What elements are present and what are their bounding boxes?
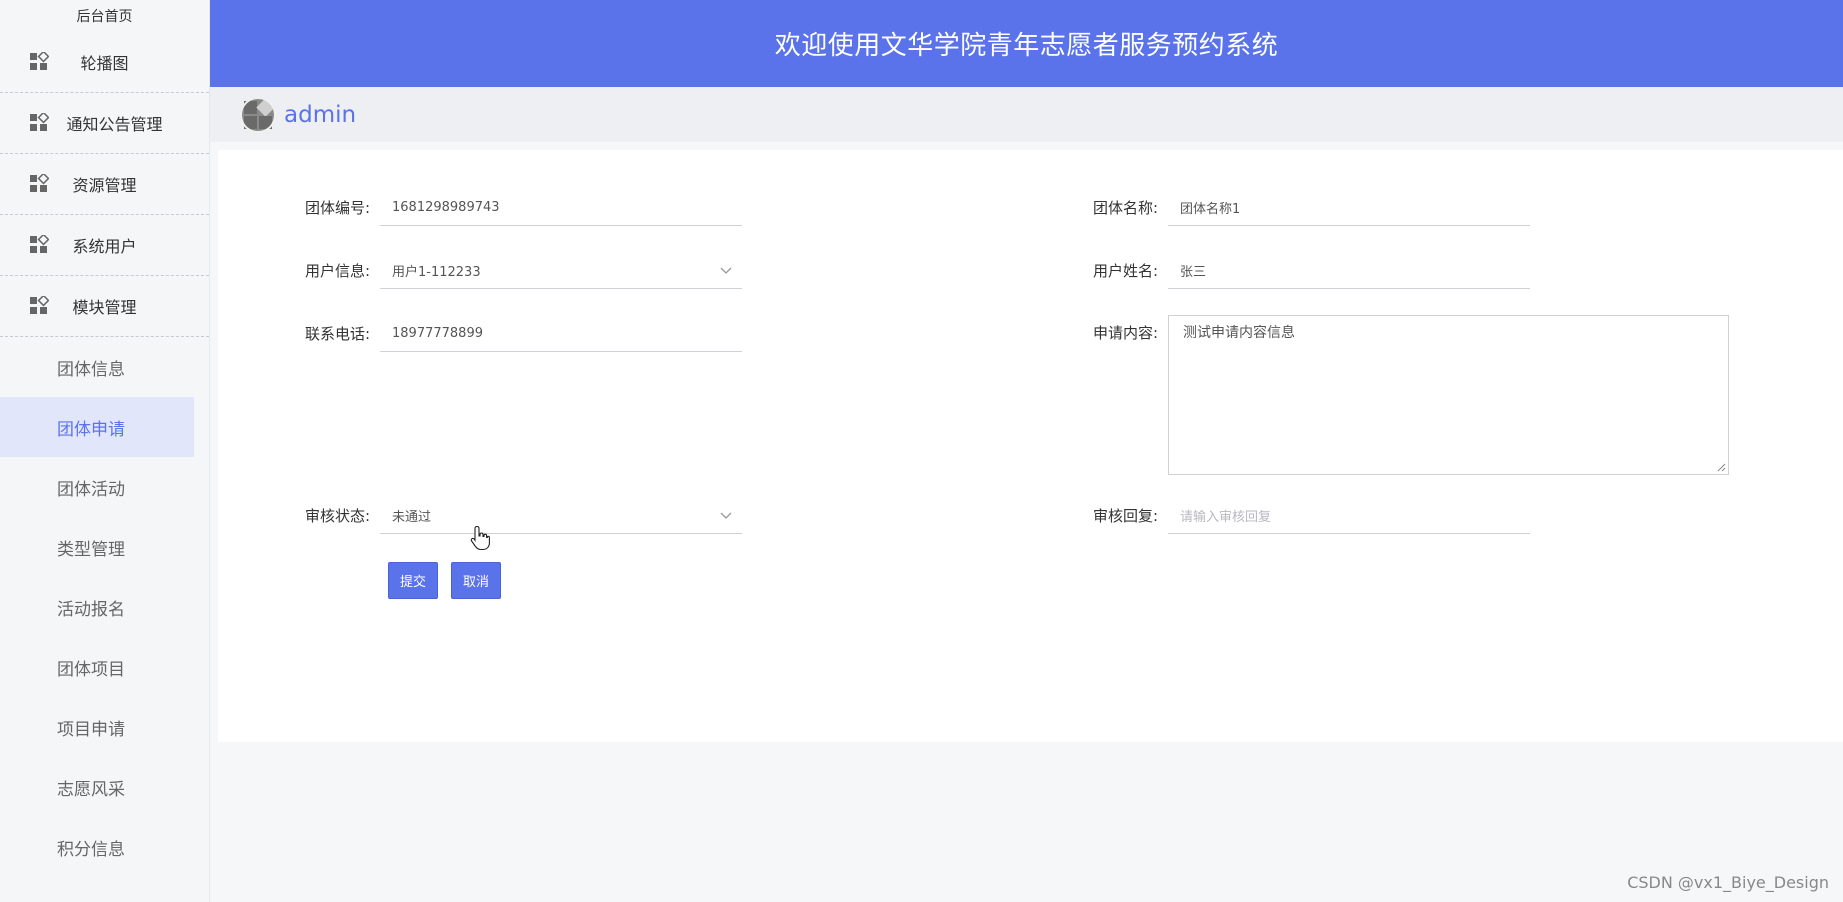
sidebar-item-group-activity[interactable]: 团体活动 bbox=[0, 457, 209, 517]
user-bar: admin bbox=[210, 87, 1843, 142]
top-header: 欢迎使用文华学院青年志愿者服务预约系统 bbox=[210, 0, 1843, 87]
field-content: 申请内容: 测试申请内容信息 bbox=[1076, 315, 1729, 475]
status-value: 未通过 bbox=[392, 510, 432, 525]
field-label: 用户信息: bbox=[304, 262, 370, 280]
grid-icon bbox=[30, 296, 49, 314]
field-label: 团体名称: bbox=[1092, 199, 1158, 217]
reply-input[interactable]: 请输入审核回复 bbox=[1168, 498, 1530, 534]
chevron-down-icon bbox=[720, 512, 732, 519]
user-info-select[interactable]: 用户1-112233 bbox=[380, 253, 742, 289]
field-user-name: 用户姓名: 张三 bbox=[1076, 253, 1530, 289]
field-label: 团体编号: bbox=[304, 199, 370, 217]
field-group-name: 团体名称: 团体名称1 bbox=[1076, 190, 1530, 226]
content-textarea[interactable]: 测试申请内容信息 bbox=[1168, 315, 1729, 475]
sidebar-group-resources[interactable]: 资源管理 bbox=[0, 154, 209, 215]
sidebar-item-project-apply[interactable]: 项目申请 bbox=[0, 697, 209, 757]
content-value: 测试申请内容信息 bbox=[1183, 325, 1295, 341]
sidebar-group-carousel[interactable]: 轮播图 bbox=[0, 32, 209, 93]
chevron-down-icon bbox=[720, 267, 732, 274]
page-title: 欢迎使用文华学院青年志愿者服务预约系统 bbox=[774, 31, 1279, 61]
sidebar-item-points[interactable]: 积分信息 bbox=[0, 817, 209, 877]
field-label: 申请内容: bbox=[1092, 324, 1158, 342]
sidebar-group-modules[interactable]: 模块管理 bbox=[0, 276, 209, 337]
field-user-info: 用户信息: 用户1-112233 bbox=[288, 253, 742, 289]
field-group-no: 团体编号: 1681298989743 bbox=[288, 190, 742, 226]
submit-button[interactable]: 提交 bbox=[388, 562, 438, 599]
watermark-text: CSDN @vx1_Biye_Design bbox=[1627, 873, 1829, 892]
cancel-button[interactable]: 取消 bbox=[451, 562, 501, 599]
field-phone: 联系电话: 18977778899 bbox=[288, 316, 742, 352]
sidebar-item-group-project[interactable]: 团体项目 bbox=[0, 637, 209, 697]
user-info-value: 用户1-112233 bbox=[392, 265, 481, 280]
status-select[interactable]: 未通过 bbox=[380, 498, 742, 534]
sidebar-item-volunteer-style[interactable]: 志愿风采 bbox=[0, 757, 209, 817]
sidebar-group-notice[interactable]: 通知公告管理 bbox=[0, 93, 209, 154]
hand-cursor-icon bbox=[470, 525, 490, 551]
sidebar-home-link[interactable]: 后台首页 bbox=[0, 0, 209, 32]
sidebar: 后台首页 轮播图 通知公告管理 资源管理 系统用户 模块管理 团体信息 团体申请… bbox=[0, 0, 210, 902]
field-status: 审核状态: 未通过 bbox=[288, 498, 742, 534]
field-label: 用户姓名: bbox=[1092, 262, 1158, 280]
grid-icon bbox=[30, 113, 49, 131]
sidebar-item-activity-signup[interactable]: 活动报名 bbox=[0, 577, 209, 637]
field-label: 审核回复: bbox=[1092, 507, 1158, 525]
grid-icon bbox=[30, 174, 49, 192]
sidebar-item-group-apply[interactable]: 团体申请 bbox=[0, 397, 194, 457]
sidebar-item-group-info[interactable]: 团体信息 bbox=[0, 337, 209, 397]
user-name-input[interactable]: 张三 bbox=[1168, 253, 1530, 289]
field-label: 联系电话: bbox=[304, 325, 370, 343]
group-name-input[interactable]: 团体名称1 bbox=[1168, 190, 1530, 226]
sidebar-group-system-users[interactable]: 系统用户 bbox=[0, 215, 209, 276]
sidebar-item-type-manage[interactable]: 类型管理 bbox=[0, 517, 209, 577]
form-panel: 团体编号: 1681298989743 团体名称: 团体名称1 用户信息: 用户… bbox=[218, 150, 1843, 742]
resize-grip-icon[interactable] bbox=[1716, 462, 1726, 472]
field-label: 审核状态: bbox=[304, 507, 370, 525]
grid-icon bbox=[30, 235, 49, 253]
field-reply: 审核回复: 请输入审核回复 bbox=[1076, 498, 1530, 534]
grid-icon bbox=[30, 52, 49, 70]
avatar-icon[interactable] bbox=[240, 96, 276, 133]
group-no-input[interactable]: 1681298989743 bbox=[380, 190, 742, 226]
phone-input[interactable]: 18977778899 bbox=[380, 316, 742, 352]
user-name[interactable]: admin bbox=[284, 102, 356, 128]
